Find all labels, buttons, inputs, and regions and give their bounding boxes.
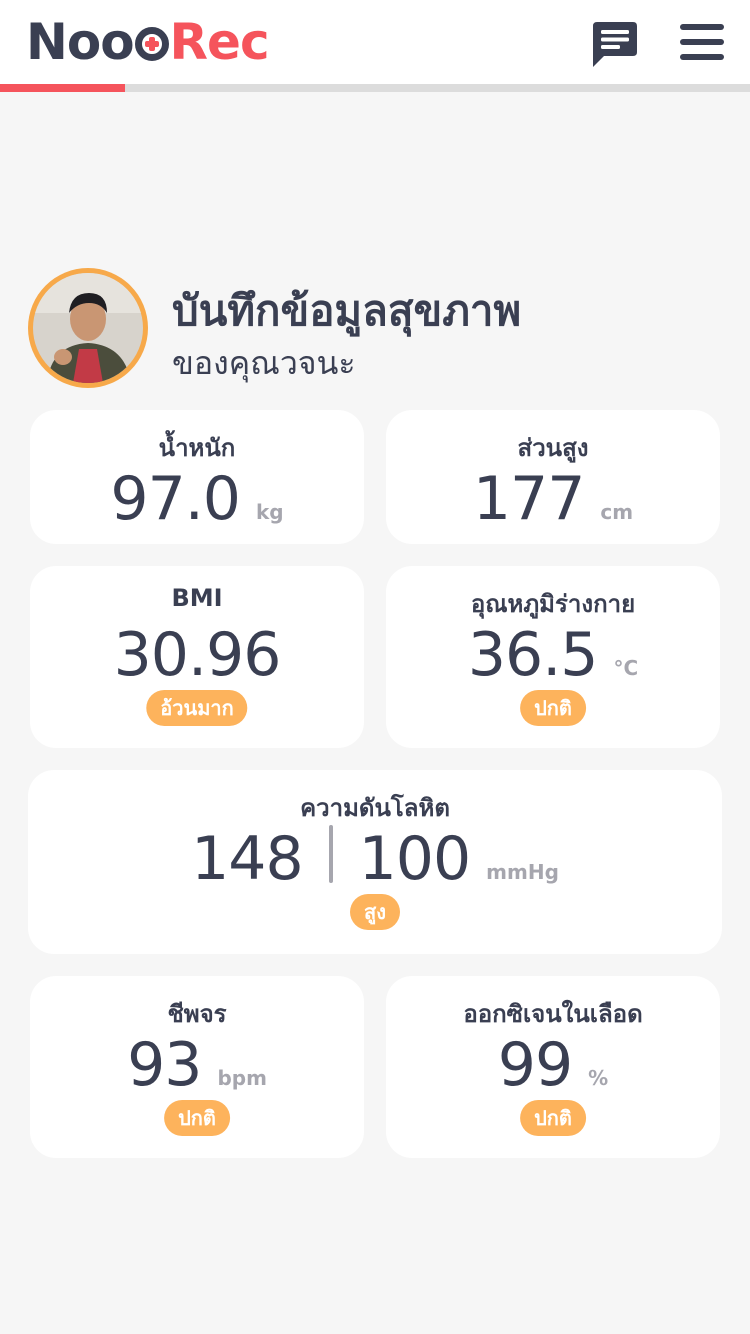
pulse-card[interactable]: ชีพจร 93 bpm ปกติ: [30, 976, 364, 1158]
logo-text-part1: Noo: [26, 13, 135, 71]
height-unit: cm: [600, 500, 634, 524]
avatar[interactable]: [28, 268, 148, 388]
temperature-label: อุณหภูมิร่างกาย: [470, 590, 636, 618]
oxygen-label: ออกซิเจนในเลือด: [463, 1000, 643, 1028]
oxygen-unit: %: [588, 1066, 609, 1090]
page-subtitle: ของคุณวจนะ: [172, 344, 356, 382]
app-header: Noo Rec: [0, 0, 750, 84]
weight-unit: kg: [255, 500, 284, 524]
bp-divider: [328, 825, 333, 883]
oxygen-value: 99: [497, 1030, 573, 1100]
weight-value: 97.0: [110, 464, 241, 534]
page-title: บันทึกข้อมูลสุขภาพ: [172, 286, 522, 335]
height-card[interactable]: ส่วนสูง 177 cm: [386, 410, 720, 544]
temperature-card[interactable]: อุณหภูมิร่างกาย 36.5 °C ปกติ: [386, 566, 720, 748]
height-label: ส่วนสูง: [517, 434, 589, 462]
progress-bar: [0, 84, 750, 92]
weight-card[interactable]: น้ำหนัก 97.0 kg: [30, 410, 364, 544]
oxygen-card[interactable]: ออกซิเจนในเลือด 99% ปกติ: [386, 976, 720, 1158]
logo-plus-icon: [134, 27, 169, 61]
height-value: 177: [472, 464, 586, 534]
chat-icon[interactable]: [590, 20, 640, 68]
blood-pressure-status-badge: สูง: [350, 894, 400, 930]
weight-label: น้ำหนัก: [158, 434, 236, 462]
pulse-status-badge: ปกติ: [164, 1100, 230, 1136]
temperature-value: 36.5: [467, 620, 599, 690]
pulse-value: 93: [127, 1030, 202, 1100]
bmi-value: 30.96: [113, 620, 282, 690]
blood-pressure-unit: mmHg: [486, 860, 559, 884]
hamburger-menu-icon[interactable]: [680, 22, 724, 62]
blood-pressure-card[interactable]: ความดันโลหิต 148 100 mmHg สูง: [28, 770, 722, 954]
systolic-value: 148: [191, 824, 304, 894]
progress-bar-fill: [0, 84, 125, 92]
pulse-label: ชีพจร: [167, 1000, 227, 1028]
logo-text-part2: Rec: [169, 13, 270, 71]
oxygen-status-badge: ปกติ: [520, 1100, 586, 1136]
temperature-status-badge: ปกติ: [520, 690, 586, 726]
blood-pressure-label: ความดันโลหิต: [300, 794, 450, 822]
bmi-status-badge: อ้วนมาก: [146, 690, 248, 726]
pulse-unit: bpm: [217, 1066, 267, 1090]
temperature-unit: °C: [613, 656, 639, 680]
profile-photo: [33, 273, 143, 383]
bmi-card[interactable]: BMI 30.96 อ้วนมาก: [30, 566, 364, 748]
noorec-logo[interactable]: Noo Rec: [26, 13, 270, 71]
bmi-label: BMI: [171, 584, 223, 612]
diastolic-value: 100: [358, 824, 472, 894]
